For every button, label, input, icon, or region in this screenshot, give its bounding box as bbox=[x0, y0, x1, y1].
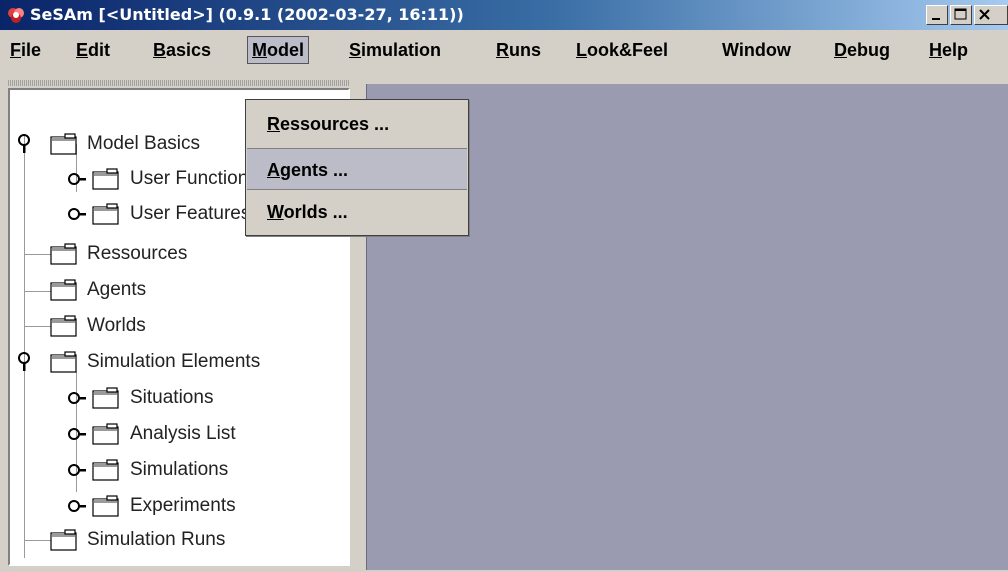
folder-icon bbox=[50, 351, 77, 373]
window-title: SeSAm [<Untitled>] (0.9.1 (2002-03-27, 1… bbox=[30, 5, 464, 24]
collapsed-handle-icon bbox=[68, 464, 86, 476]
tree-node-ressources[interactable]: Ressources bbox=[10, 238, 348, 270]
menu-bar: File Edit Basics Model Simulation Runs L… bbox=[0, 30, 1008, 66]
collapsed-handle-icon bbox=[68, 428, 86, 440]
folder-icon bbox=[50, 315, 77, 337]
tree-node-label: User Functions bbox=[130, 168, 258, 189]
tree-node-label: Situations bbox=[130, 387, 214, 408]
tree-node-label: Model Basics bbox=[87, 133, 200, 154]
maximize-icon bbox=[954, 8, 967, 20]
tree-node-label: Experiments bbox=[130, 495, 236, 516]
tree-node-label: Simulation Elements bbox=[87, 351, 261, 372]
close-icon bbox=[979, 9, 990, 20]
model-menu-dropdown: Ressources ... Agents ... Worlds ... bbox=[245, 99, 469, 236]
collapsed-handle-icon bbox=[68, 208, 86, 220]
folder-icon bbox=[92, 459, 119, 481]
collapsed-handle-icon bbox=[68, 392, 86, 404]
menu-runs[interactable]: Runs bbox=[492, 36, 545, 64]
tree-node-experiments[interactable]: Experiments bbox=[10, 490, 348, 522]
sesam-window: SeSAm [<Untitled>] (0.9.1 (2002-03-27, 1… bbox=[0, 0, 1008, 572]
minimize-icon bbox=[932, 18, 940, 20]
expanded-handle-icon bbox=[18, 134, 30, 153]
collapsed-handle-icon bbox=[68, 500, 86, 512]
tree-node-simulations[interactable]: Simulations bbox=[10, 454, 348, 486]
menu-edit[interactable]: Edit bbox=[72, 36, 114, 64]
tree-panel-grip[interactable] bbox=[8, 80, 350, 86]
title-bar[interactable]: SeSAm [<Untitled>] (0.9.1 (2002-03-27, 1… bbox=[0, 0, 1008, 30]
sesam-app-icon bbox=[8, 8, 24, 23]
close-button[interactable] bbox=[974, 5, 1008, 25]
menu-look-and-feel[interactable]: Look&Feel bbox=[572, 36, 672, 64]
menu-item-agents[interactable]: Agents ... bbox=[247, 148, 467, 190]
tree-node-simulation-runs[interactable]: Simulation Runs bbox=[10, 524, 348, 556]
menu-basics[interactable]: Basics bbox=[149, 36, 215, 64]
tree-node-label: Simulations bbox=[130, 459, 229, 480]
collapsed-handle-icon bbox=[68, 173, 86, 185]
expanded-handle-icon bbox=[18, 352, 30, 371]
tree-node-analysis-list[interactable]: Analysis List bbox=[10, 418, 348, 450]
menu-debug[interactable]: Debug bbox=[830, 36, 894, 64]
folder-icon bbox=[50, 279, 77, 301]
folder-icon bbox=[50, 243, 77, 265]
folder-icon bbox=[92, 203, 119, 225]
maximize-button[interactable] bbox=[950, 5, 972, 25]
folder-icon bbox=[92, 423, 119, 445]
menu-file[interactable]: File bbox=[6, 36, 45, 64]
menu-window[interactable]: Window bbox=[718, 36, 795, 64]
tree-node-situations[interactable]: Situations bbox=[10, 382, 348, 414]
folder-icon bbox=[50, 529, 77, 551]
tree-node-label: Worlds bbox=[87, 315, 146, 336]
tree-node-label: Ressources bbox=[87, 243, 188, 264]
menu-item-worlds[interactable]: Worlds ... bbox=[247, 191, 467, 233]
tree-node-label: Agents bbox=[87, 279, 147, 300]
minimize-button[interactable] bbox=[926, 5, 948, 25]
folder-icon bbox=[92, 168, 119, 190]
folder-icon bbox=[92, 495, 119, 517]
menu-model[interactable]: Model bbox=[247, 36, 310, 64]
menu-item-ressources[interactable]: Ressources ... bbox=[247, 103, 467, 145]
tree-node-label: Analysis List bbox=[130, 423, 236, 444]
tree-node-agents[interactable]: Agents bbox=[10, 274, 348, 306]
menu-simulation[interactable]: Simulation bbox=[345, 36, 445, 64]
tree-node-simulation-elements[interactable]: Simulation Elements bbox=[10, 346, 348, 378]
folder-icon bbox=[50, 133, 77, 155]
folder-icon bbox=[92, 387, 119, 409]
tree-node-label: User Features bbox=[130, 203, 251, 224]
tree-node-label: Simulation Runs bbox=[87, 529, 226, 550]
tree-node-worlds[interactable]: Worlds bbox=[10, 310, 348, 342]
menu-help[interactable]: Help bbox=[925, 36, 972, 64]
